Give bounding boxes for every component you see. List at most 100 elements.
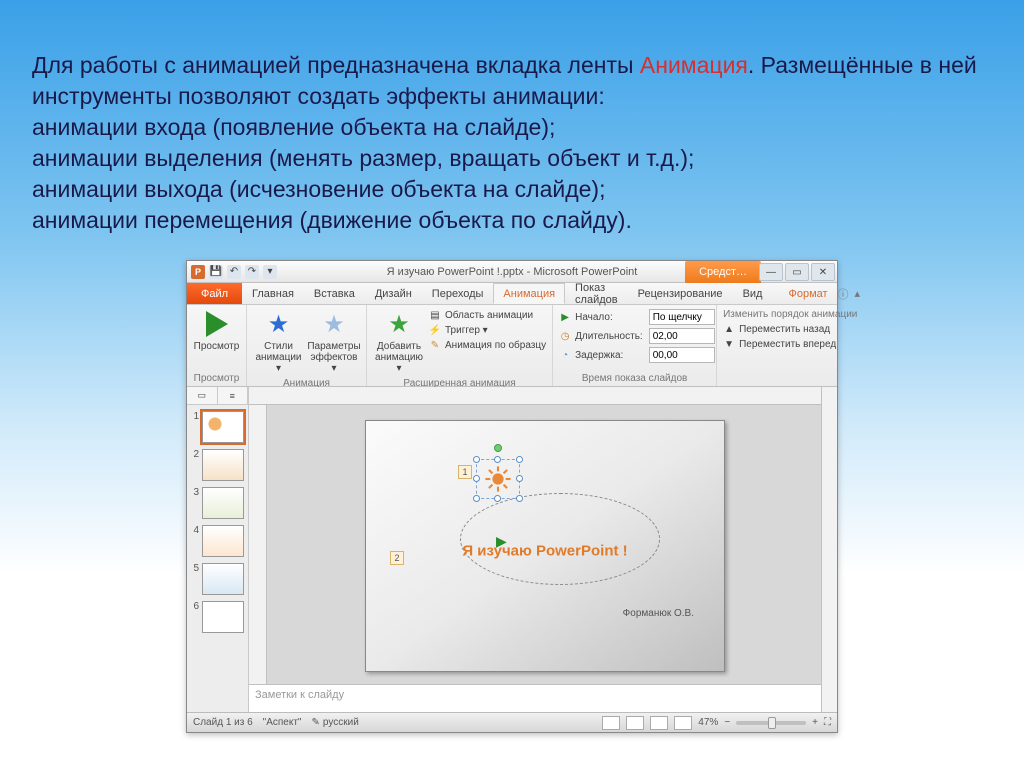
view-reading-button[interactable] [650,716,668,730]
qat-redo-icon[interactable]: ↷ [245,265,259,279]
tab-review[interactable]: Рецензирование [628,283,733,304]
ribbon-body: Просмотр Просмотр ★ Стили анимации ▾ ★ П… [187,305,837,387]
painter-icon: ✎ [429,339,441,351]
view-normal-button[interactable] [602,716,620,730]
tab-home[interactable]: Главная [242,283,304,304]
ribbon-help-icon[interactable]: ⓘ [838,286,849,302]
qat-undo-icon[interactable]: ↶ [227,265,241,279]
zoom-slider[interactable] [736,721,806,725]
vertical-scrollbar[interactable] [821,387,837,712]
slide-canvas[interactable]: ▶ 1 2 Я изучаю PowerPoint ! Форманюк О.В… [365,420,725,672]
tab-view[interactable]: Вид [733,283,773,304]
app-logo: P [191,265,205,279]
zoom-level[interactable]: 47% [698,717,718,728]
description-text: Для работы с анимацией предназначена вкл… [0,0,1024,246]
group-preview-label: Просмотр [187,373,246,386]
close-button[interactable]: ✕ [811,263,835,281]
duration-field[interactable] [649,328,715,344]
reorder-heading: Изменить порядок анимации [723,309,857,320]
animation-tag-1[interactable]: 1 [458,465,472,479]
status-theme: "Аспект" [263,717,302,728]
star-plus-icon: ★ [388,310,410,339]
window-title: Я изучаю PowerPoint !.pptx - Microsoft P… [387,266,638,278]
maximize-button[interactable]: ▭ [785,263,809,281]
preview-button[interactable]: Просмотр [193,309,240,352]
play-small-icon: ▶ [559,311,571,323]
start-label: ▶Начало: [559,311,643,323]
qat-save-icon[interactable]: 💾 [209,265,223,279]
trigger-icon: ⚡ [429,324,441,336]
thumbnail-6[interactable]: 6 [191,601,244,633]
delay-icon: ◔ [559,349,571,361]
animation-painter-button[interactable]: ✎Анимация по образцу [429,339,546,351]
tab-format[interactable]: Формат [778,283,837,304]
resize-handle[interactable] [516,475,523,482]
notes-placeholder: Заметки к слайду [255,689,344,701]
rotate-handle[interactable] [494,444,502,452]
slides-tab-icon[interactable]: ▭ [187,387,218,404]
motion-path[interactable] [460,493,660,585]
thumbnail-3[interactable]: 3 [191,487,244,519]
add-animation-button[interactable]: ★ Добавить анимацию ▾ [373,309,425,374]
resize-handle[interactable] [516,456,523,463]
resize-handle[interactable] [473,495,480,502]
minimize-button[interactable]: — [759,263,783,281]
resize-handle[interactable] [494,495,501,502]
slide-title-text[interactable]: Я изучаю PowerPoint ! [462,542,627,559]
contextual-tab-tools[interactable]: Средст… [685,261,761,283]
thumbnail-1[interactable]: 1 [191,411,244,443]
outline-tab-icon[interactable]: ≡ [218,387,249,404]
clock-icon: ◷ [559,330,571,342]
tab-design[interactable]: Дизайн [365,283,422,304]
qat-customize-icon[interactable]: ▾ [263,265,277,279]
start-field[interactable] [649,309,715,325]
view-sorter-button[interactable] [626,716,644,730]
move-earlier-button[interactable]: ▲Переместить назад [723,323,857,335]
ribbon-tabs: Файл Главная Вставка Дизайн Переходы Ани… [187,283,837,305]
star-icon: ★ [323,310,345,339]
delay-field[interactable] [649,347,715,363]
effect-options-button[interactable]: ★ Параметры эффектов ▾ [308,309,360,374]
resize-handle[interactable] [473,475,480,482]
slide-subtitle-text[interactable]: Форманюк О.В. [623,608,694,619]
resize-handle[interactable] [516,495,523,502]
zoom-in-button[interactable]: + [812,717,818,728]
status-bar: Слайд 1 из 6 "Аспект" ✎русский 47% − + ⛶ [187,712,837,732]
view-slideshow-button[interactable] [674,716,692,730]
content-area: ▭ ≡ 1 2 3 4 5 6 ▶ 1 2 [187,387,837,712]
arrow-down-icon: ▼ [723,338,735,350]
resize-handle[interactable] [494,456,501,463]
thumbnail-4[interactable]: 4 [191,525,244,557]
fit-to-window-button[interactable]: ⛶ [824,717,831,728]
slide-canvas-area[interactable]: ▶ 1 2 Я изучаю PowerPoint ! Форманюк О.В… [249,387,821,684]
status-language[interactable]: ✎русский [312,717,359,728]
tab-file[interactable]: Файл [187,283,242,304]
resize-handle[interactable] [473,456,480,463]
tab-insert[interactable]: Вставка [304,283,365,304]
duration-label: ◷Длительность: [559,330,643,342]
animation-pane-button[interactable]: ▤Область анимации [429,309,546,321]
thumbnail-5[interactable]: 5 [191,563,244,595]
move-later-button[interactable]: ▼Переместить вперед [723,338,857,350]
zoom-slider-thumb[interactable] [768,717,776,729]
arrow-up-icon: ▲ [723,323,735,335]
zoom-out-button[interactable]: − [724,717,730,728]
title-bar: P 💾 ↶ ↷ ▾ Я изучаю PowerPoint !.pptx - M… [187,261,837,283]
ribbon-minimize-icon[interactable]: ▴ [855,287,861,300]
trigger-button[interactable]: ⚡Триггер ▾ [429,324,546,336]
animation-tag-2[interactable]: 2 [390,551,404,565]
animation-styles-button[interactable]: ★ Стили анимации ▾ [253,309,304,374]
tab-animations[interactable]: Анимация [493,283,565,304]
pane-icon: ▤ [429,309,441,321]
tab-slideshow[interactable]: Показ слайдов [565,283,628,304]
vertical-ruler [249,405,267,684]
thumbnail-list[interactable]: 1 2 3 4 5 6 [187,405,248,712]
notes-pane[interactable]: Заметки к слайду [249,684,821,712]
slide-panel: ▭ ≡ 1 2 3 4 5 6 [187,387,249,712]
tab-transitions[interactable]: Переходы [422,283,494,304]
delay-label: ◔Задержка: [559,349,643,361]
group-timing-label: Время показа слайдов [553,373,716,386]
thumbnail-2[interactable]: 2 [191,449,244,481]
notes-splitter[interactable] [249,682,805,687]
sun-shape[interactable] [484,465,512,493]
